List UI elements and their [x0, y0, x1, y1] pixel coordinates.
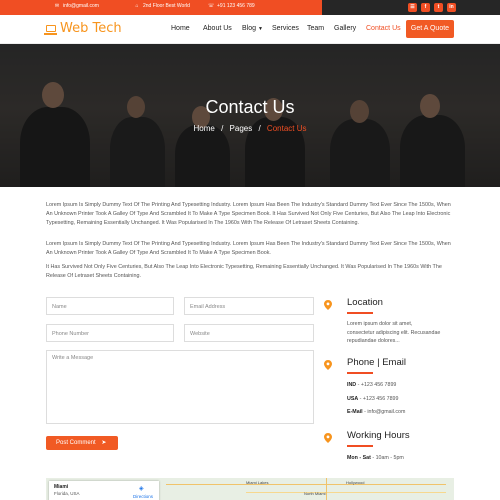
main-menu: Home About Us Blog ▼ Services Team Galle… [171, 25, 401, 32]
linkedin-icon[interactable]: in [447, 3, 456, 12]
breadcrumb-pages[interactable]: Pages [230, 124, 253, 133]
map-label-hollywood: Hollywood [346, 480, 365, 485]
page-title: Contact Us [205, 97, 295, 117]
map-state: Florida, USA [54, 491, 80, 496]
nav-team[interactable]: Team [307, 25, 334, 32]
clock-icon [324, 430, 332, 443]
mail-icon: ✉ [54, 3, 60, 9]
intro-paragraph-2: Lorem Ipsum Is Simply Dummy Text Of The … [46, 241, 451, 256]
phone-icon: ☏ [208, 3, 215, 9]
get-a-quote-button[interactable]: Get A Quote [406, 20, 454, 38]
intro-paragraph-1: Lorem Ipsum Is Simply Dummy Text Of The … [46, 202, 451, 226]
working-hours-title: Working Hours [347, 430, 410, 441]
website-field[interactable]: Website [184, 324, 314, 342]
map-marker-icon: ⌂ [135, 3, 139, 9]
rss-icon[interactable]: ☰ [408, 3, 417, 12]
location-text: Lorem ipsum dolor sit amet, consectetur … [347, 321, 441, 344]
brand-logo[interactable]: Web Tech [44, 21, 122, 36]
nav-contact-us[interactable]: Contact Us [366, 25, 401, 32]
top-address: ⌂ 2nd Floor Best World [135, 3, 190, 9]
email-address[interactable]: E-Mail - info@gmail.com [347, 408, 405, 417]
facebook-icon[interactable]: f [421, 3, 430, 12]
top-bar: ✉ info@gmail.com ⌂ 2nd Floor Best World … [0, 0, 500, 15]
nav-services[interactable]: Services [272, 25, 307, 32]
message-textarea[interactable]: Write a Message [46, 350, 314, 424]
nav-gallery[interactable]: Gallery [334, 25, 366, 32]
laptop-icon [44, 25, 57, 35]
phone-email-title: Phone | Email [347, 357, 406, 368]
intro-paragraph-3: It Has Survived Not Only Five Centuries,… [46, 264, 442, 279]
working-hours-text: Mon - Sat - 10am - 5pm [347, 455, 404, 461]
top-phone[interactable]: ☏ +91 123 456 789 [208, 3, 255, 9]
breadcrumb: Home / Pages / Contact Us [193, 124, 307, 133]
post-comment-button[interactable]: Post Comment ➤ [46, 436, 118, 450]
location-title: Location [347, 297, 383, 308]
twitter-icon[interactable]: t [434, 3, 443, 12]
email-field[interactable]: Email Address [184, 297, 314, 315]
location-pin-icon [324, 297, 332, 310]
send-icon: ➤ [101, 440, 107, 446]
phone-field[interactable]: Phone Number [46, 324, 174, 342]
breadcrumb-current: Contact Us [266, 124, 307, 133]
working-hours-underline [347, 445, 373, 447]
breadcrumb-home[interactable]: Home [193, 124, 214, 133]
social-links: ☰ f t in [408, 3, 456, 12]
top-email[interactable]: ✉ info@gmail.com [54, 3, 99, 9]
directions-icon[interactable]: ◈ [139, 485, 146, 492]
phone-ind[interactable]: IND - +123 456 7899 [347, 381, 396, 390]
location-underline [347, 312, 373, 314]
nav-blog[interactable]: Blog ▼ [242, 25, 272, 32]
map-label-north-miami: North Miami [304, 491, 326, 496]
name-field[interactable]: Name [46, 297, 174, 315]
map-info-card: Miami Florida, USA ◈ Directions [49, 481, 159, 500]
map-label-miami-lakes: Miami Lakes [246, 480, 269, 485]
map-embed[interactable]: Miami Lakes North Miami Hollywood Miami … [46, 478, 454, 500]
phone-email-underline [347, 372, 373, 374]
nav-about-us[interactable]: About Us [203, 25, 242, 32]
phone-pin-icon [324, 357, 332, 370]
caret-down-icon: ▼ [257, 26, 263, 32]
nav-home[interactable]: Home [171, 25, 203, 32]
phone-usa[interactable]: USA - +123 456 7899 [347, 395, 398, 404]
map-city: Miami [54, 484, 69, 490]
directions-link[interactable]: Directions [133, 494, 153, 499]
